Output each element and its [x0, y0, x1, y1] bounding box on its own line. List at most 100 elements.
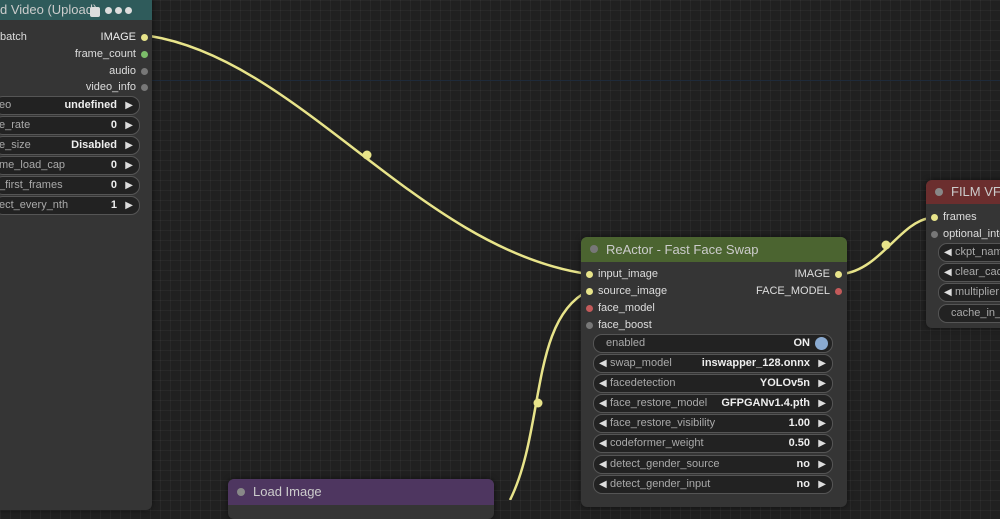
- link-image-to-input-image: [149, 34, 589, 276]
- widget-value: 0: [110, 119, 117, 131]
- widget-select-every-nth[interactable]: ect_every_nth 1 ▶: [0, 196, 140, 215]
- arrow-right-icon[interactable]: ▶: [125, 197, 133, 214]
- input-slot-face-model[interactable]: face_model: [598, 301, 655, 315]
- output-slot-frame-count[interactable]: frame_count: [75, 47, 136, 61]
- widget-swap-model[interactable]: ◀ swap_model inswapper_128.onnx ▶: [593, 354, 833, 373]
- widget-detect-gender-source[interactable]: ◀ detect_gender_source no ▶: [593, 455, 833, 474]
- arrow-right-icon[interactable]: ▶: [818, 476, 826, 493]
- widget-skip-first-frames[interactable]: _first_frames 0 ▶: [0, 176, 140, 195]
- input-dot-source-image[interactable]: [586, 288, 593, 295]
- output-dot-audio[interactable]: [141, 68, 148, 75]
- node-header[interactable]: ReActor - Fast Face Swap: [581, 237, 847, 262]
- widget-face-restore-visibility[interactable]: ◀ face_restore_visibility 1.00 ▶: [593, 414, 833, 433]
- arrow-right-icon[interactable]: ▶: [125, 137, 133, 154]
- output-dot-image[interactable]: [835, 271, 842, 278]
- output-slot-video-info[interactable]: video_info: [86, 80, 136, 94]
- widget-codeformer-weight[interactable]: ◀ codeformer_weight 0.50 ▶: [593, 434, 833, 453]
- widget-frame-rate[interactable]: e_rate 0 ▶: [0, 116, 140, 135]
- node-title: d Video (Upload): [0, 2, 98, 17]
- node-collapse-dot[interactable]: [590, 245, 598, 253]
- node-title: Load Image: [253, 484, 322, 499]
- widget-label: _first_frames: [0, 179, 63, 191]
- widget-label: detect_gender_source: [610, 458, 720, 470]
- node-title: ReActor - Fast Face Swap: [606, 242, 759, 257]
- input-dot-input-image[interactable]: [586, 271, 593, 278]
- arrow-left-icon[interactable]: ◀: [599, 395, 607, 412]
- widget-size[interactable]: e_size Disabled ▶: [0, 136, 140, 155]
- node-menu-icon[interactable]: [105, 7, 112, 14]
- input-slot-frames[interactable]: frames: [943, 210, 977, 224]
- output-slot-audio[interactable]: audio: [109, 64, 136, 78]
- arrow-left-icon[interactable]: ◀: [944, 284, 952, 301]
- node-menu-icon[interactable]: [125, 7, 132, 14]
- node-header[interactable]: FILM VFI: [926, 180, 1000, 204]
- arrow-right-icon[interactable]: ▶: [125, 97, 133, 114]
- node-load-video[interactable]: d Video (Upload) batch IMAGE frame_count…: [0, 0, 152, 510]
- node-load-image[interactable]: Load Image: [228, 479, 494, 519]
- arrow-right-icon[interactable]: ▶: [818, 355, 826, 372]
- widget-frame-load-cap[interactable]: me_load_cap 0 ▶: [0, 156, 140, 175]
- input-slot-face-boost[interactable]: face_boost: [598, 318, 652, 332]
- toggle-enabled[interactable]: enabled ON: [593, 334, 833, 353]
- widget-clear-cache[interactable]: ◀ clear_cac: [938, 263, 1000, 282]
- arrow-right-icon[interactable]: ▶: [818, 435, 826, 452]
- output-slot-image[interactable]: IMAGE: [795, 267, 830, 281]
- widget-facedetection[interactable]: ◀ facedetection YOLOv5n ▶: [593, 374, 833, 393]
- arrow-left-icon[interactable]: ◀: [944, 244, 952, 261]
- output-dot-video-info[interactable]: [141, 84, 148, 91]
- arrow-left-icon[interactable]: ◀: [599, 435, 607, 452]
- node-collapse-dot[interactable]: [935, 188, 943, 196]
- widget-value: GFPGANv1.4.pth: [721, 397, 810, 409]
- output-dot-image[interactable]: [141, 34, 148, 41]
- node-reactor-face-swap[interactable]: ReActor - Fast Face Swap input_image sou…: [581, 237, 847, 507]
- widget-detect-gender-input[interactable]: ◀ detect_gender_input no ▶: [593, 475, 833, 494]
- input-dot-face-model[interactable]: [586, 305, 593, 312]
- node-settings-icon[interactable]: [90, 7, 100, 17]
- arrow-right-icon[interactable]: ▶: [125, 117, 133, 134]
- node-menu-icon[interactable]: [115, 7, 122, 14]
- input-slot-input-image[interactable]: input_image: [598, 267, 658, 281]
- arrow-right-icon[interactable]: ▶: [125, 177, 133, 194]
- node-film-vfi[interactable]: FILM VFI frames optional_inte ◀ ckpt_nam…: [926, 180, 1000, 328]
- arrow-left-icon[interactable]: ◀: [599, 456, 607, 473]
- node-header[interactable]: Load Image: [228, 479, 494, 505]
- node-header[interactable]: d Video (Upload): [0, 0, 152, 20]
- widget-value: 0.50: [788, 437, 810, 449]
- widget-label: clear_cac: [955, 266, 1000, 278]
- arrow-right-icon[interactable]: ▶: [818, 395, 826, 412]
- node-collapse-dot[interactable]: [237, 488, 245, 496]
- toggle-knob[interactable]: [815, 337, 828, 350]
- input-dot-optional-interpolation[interactable]: [931, 231, 938, 238]
- arrow-right-icon[interactable]: ▶: [818, 456, 826, 473]
- widget-label: facedetection: [610, 377, 676, 389]
- widget-value: YOLOv5n: [759, 377, 810, 389]
- arrow-left-icon[interactable]: ◀: [599, 355, 607, 372]
- arrow-right-icon[interactable]: ▶: [818, 415, 826, 432]
- input-slot-optional-interpolation[interactable]: optional_inte: [943, 227, 1000, 241]
- input-dot-frames[interactable]: [931, 214, 938, 221]
- output-dot-face-model[interactable]: [835, 288, 842, 295]
- widget-label: e_size: [0, 139, 31, 151]
- widget-value: no: [796, 478, 810, 490]
- arrow-right-icon[interactable]: ▶: [125, 157, 133, 174]
- arrow-left-icon[interactable]: ◀: [599, 476, 607, 493]
- output-slot-face-model[interactable]: FACE_MODEL: [756, 284, 830, 298]
- input-slot-batch[interactable]: batch: [0, 30, 27, 44]
- output-dot-frame-count[interactable]: [141, 51, 148, 58]
- arrow-left-icon[interactable]: ◀: [944, 264, 952, 281]
- widget-cache-in-fp16[interactable]: cache_in_f: [938, 304, 1000, 323]
- arrow-left-icon[interactable]: ◀: [599, 375, 607, 392]
- widget-face-restore-model[interactable]: ◀ face_restore_model GFPGANv1.4.pth ▶: [593, 394, 833, 413]
- widget-multiplier[interactable]: ◀ multiplier: [938, 283, 1000, 302]
- input-slot-source-image[interactable]: source_image: [598, 284, 667, 298]
- widget-label: multiplier: [955, 286, 1000, 298]
- arrow-left-icon[interactable]: ◀: [599, 415, 607, 432]
- output-slot-image[interactable]: IMAGE: [101, 30, 136, 44]
- arrow-right-icon[interactable]: ▶: [818, 375, 826, 392]
- input-dot-face-boost[interactable]: [586, 322, 593, 329]
- widget-value: inswapper_128.onnx: [701, 357, 810, 369]
- widget-video[interactable]: eo undefined ▶: [0, 96, 140, 115]
- widget-value: 0: [110, 159, 117, 171]
- widget-label: codeformer_weight: [610, 437, 704, 449]
- widget-ckpt-name[interactable]: ◀ ckpt_nam: [938, 243, 1000, 262]
